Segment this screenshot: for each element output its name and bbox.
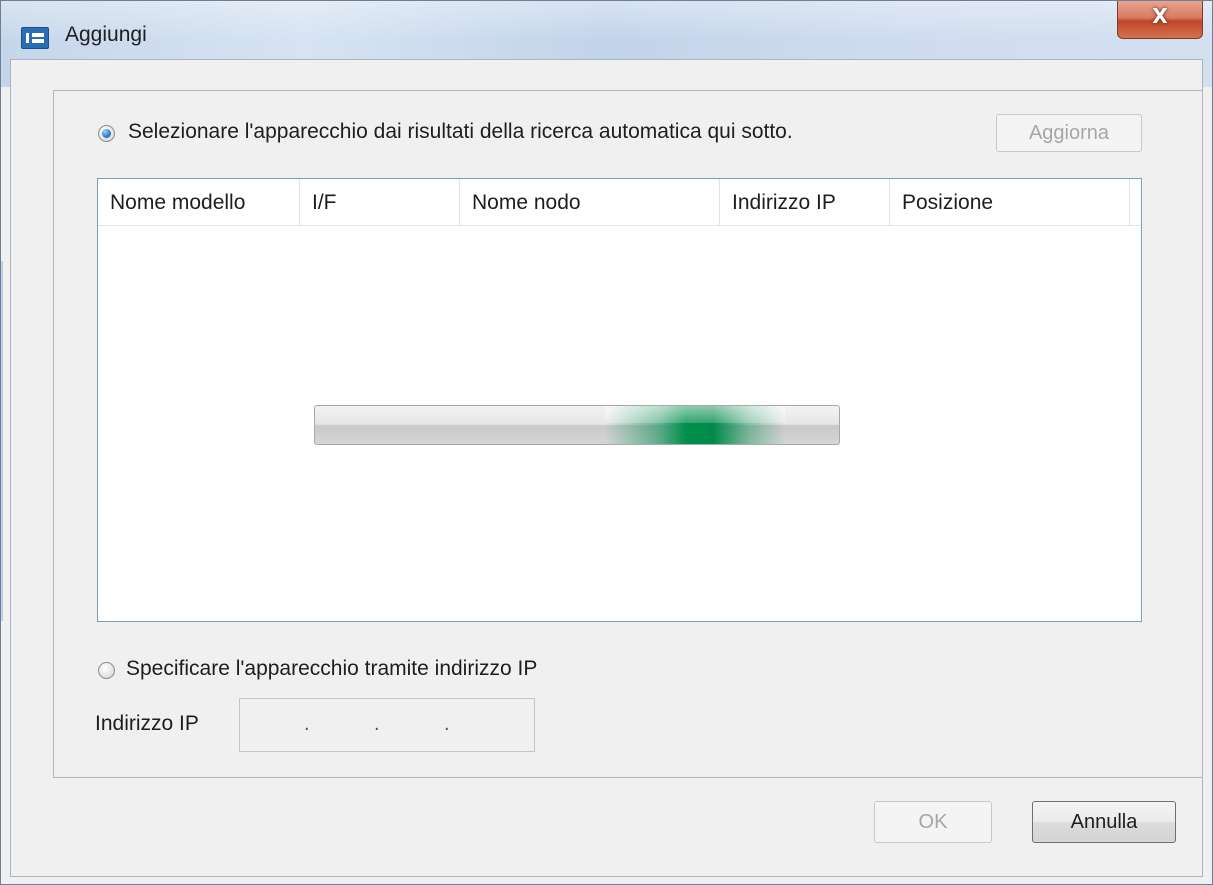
ip-separator: .: [444, 713, 450, 735]
title-bar-shine: [1, 1, 1212, 41]
column-header-ip-address[interactable]: Indirizzo IP: [720, 179, 890, 225]
close-button[interactable]: X: [1117, 1, 1203, 39]
column-header-interface[interactable]: I/F: [300, 179, 460, 225]
app-window-icon: [21, 27, 49, 49]
device-list-table[interactable]: Nome modello I/F Nome nodo Indirizzo IP …: [97, 178, 1142, 622]
ip-address-option-label[interactable]: Specificare l'apparecchio tramite indiri…: [126, 657, 537, 681]
ip-separator: .: [304, 713, 310, 735]
search-progress-bar: [314, 405, 840, 445]
ip-address-field-label: Indirizzo IP: [95, 712, 199, 735]
ok-button[interactable]: OK: [874, 801, 992, 843]
auto-search-label[interactable]: Selezionare l'apparecchio dai risultati …: [128, 120, 793, 144]
refresh-button[interactable]: Aggiorna: [996, 114, 1142, 152]
ip-separator: .: [374, 713, 380, 735]
column-header-location[interactable]: Posizione: [890, 179, 1130, 225]
dialog-window: Aggiungi X Selezionare l'apparecchio dai…: [0, 0, 1213, 885]
cancel-button[interactable]: Annulla: [1032, 801, 1176, 843]
close-icon: X: [1152, 4, 1168, 28]
auto-search-radio[interactable]: [98, 125, 115, 142]
column-header-model-name[interactable]: Nome modello: [98, 179, 300, 225]
ip-address-input[interactable]: . . .: [239, 698, 535, 752]
window-left-edge: [1, 261, 3, 621]
device-list-header: Nome modello I/F Nome nodo Indirizzo IP …: [98, 179, 1141, 226]
column-header-node-name[interactable]: Nome nodo: [460, 179, 720, 225]
progress-indicator: [605, 406, 785, 444]
dialog-client-area: Selezionare l'apparecchio dai risultati …: [10, 59, 1203, 877]
ip-address-radio[interactable]: [98, 662, 115, 679]
window-title: Aggiungi: [65, 23, 147, 46]
